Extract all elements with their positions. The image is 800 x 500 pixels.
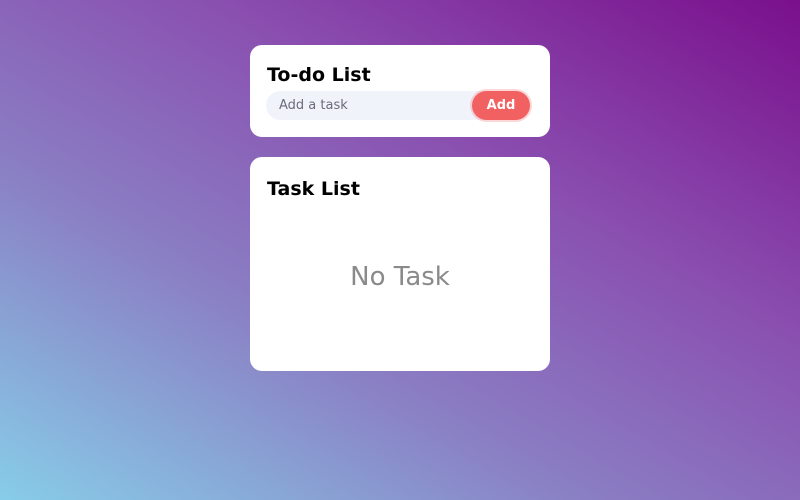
todo-card: To-do List Add <box>250 45 550 137</box>
todo-title: To-do List <box>267 64 371 86</box>
empty-task-message: No Task <box>350 262 450 292</box>
task-input-row: Add <box>266 91 530 120</box>
task-list-card: Task List No Task <box>250 157 550 371</box>
task-list-title: Task List <box>267 178 360 200</box>
task-input[interactable] <box>266 91 466 120</box>
add-task-button[interactable]: Add <box>472 91 530 120</box>
